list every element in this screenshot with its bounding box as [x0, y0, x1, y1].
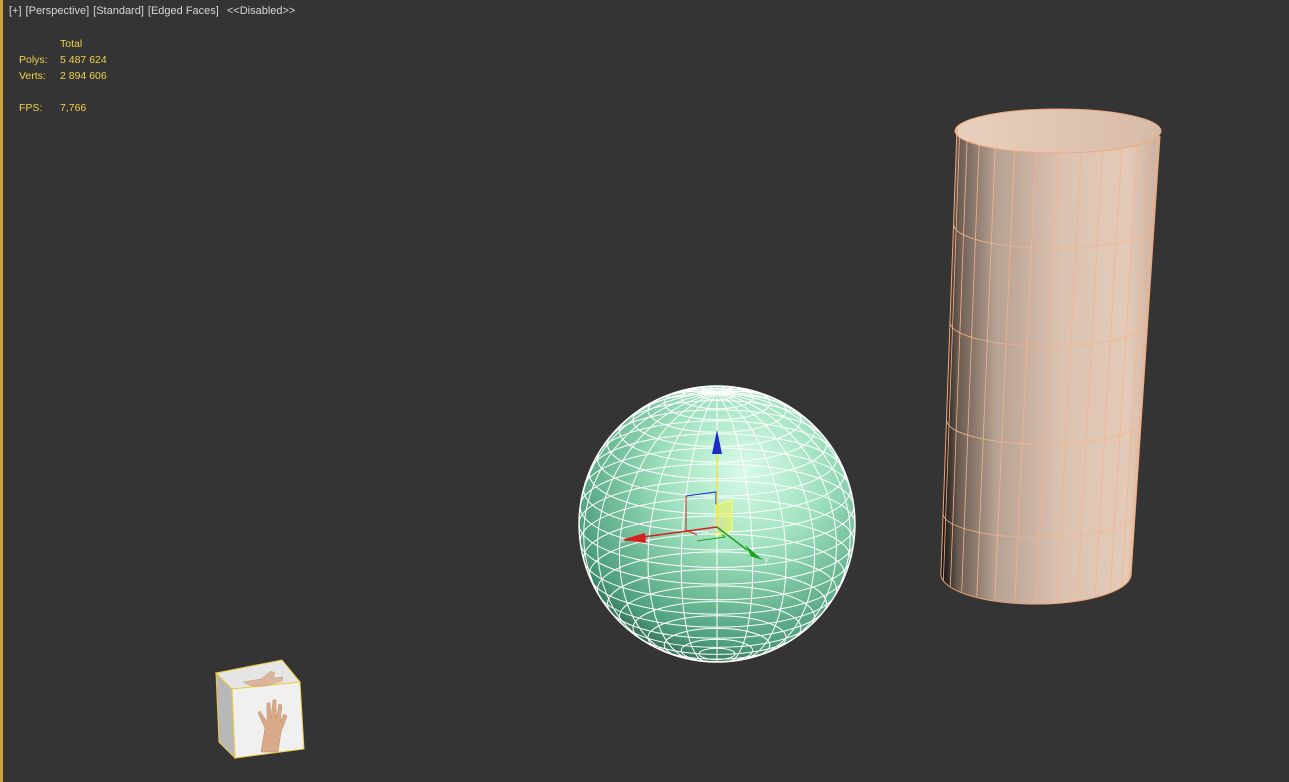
verts-label: Verts: [19, 70, 46, 82]
viewport-plus-menu[interactable]: [+] [9, 5, 22, 17]
gizmo-y-label: y [764, 554, 769, 565]
viewport-disabled-toggle[interactable]: <<Disabled>> [227, 5, 296, 17]
statistics-overlay: Total Polys: 5 487 624 Verts: 2 894 606 FP… [19, 36, 107, 116]
fps-label: FPS: [19, 102, 43, 114]
verts-value: 2 894 606 [60, 70, 107, 82]
viewport-edged-faces-menu[interactable]: [Edged Faces] [148, 5, 219, 17]
viewport-shading-menu[interactable]: [Standard] [93, 5, 144, 17]
scene-canvas[interactable]: z x y [3, 0, 1289, 782]
polys-value: 5 487 624 [60, 54, 107, 66]
stats-total-header: Total [60, 38, 83, 50]
polys-label: Polys: [19, 54, 48, 66]
fps-value: 7,766 [60, 102, 87, 114]
viewcube[interactable] [214, 659, 305, 760]
viewport-view-menu[interactable]: [Perspective] [26, 5, 90, 17]
perspective-viewport[interactable]: z x y [+] [Perspective] [Standard] [Edged F… [0, 0, 1289, 782]
gizmo-x-label: x [620, 535, 625, 546]
viewport-label-menu: [+] [Perspective] [Standard] [Edged Faces] <… [9, 5, 295, 17]
gizmo-z-label: z [715, 420, 720, 431]
cylinder-object[interactable] [940, 108, 1162, 605]
